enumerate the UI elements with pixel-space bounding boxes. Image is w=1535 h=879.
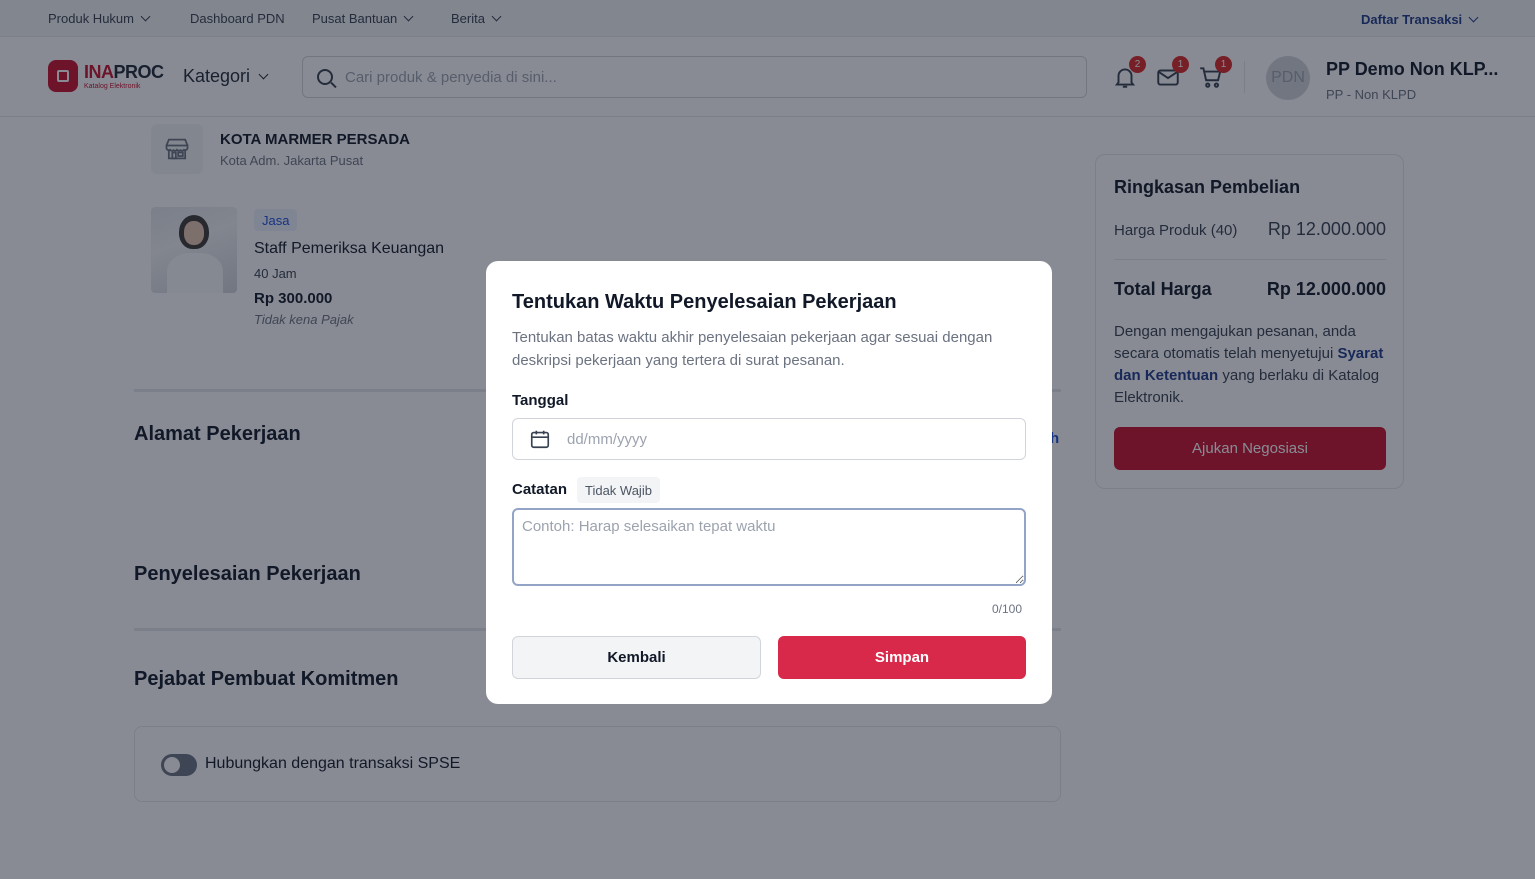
- date-field[interactable]: [512, 418, 1026, 460]
- modal-description: Tentukan batas waktu akhir penyelesaian …: [512, 329, 993, 369]
- calendar-icon[interactable]: [529, 428, 551, 450]
- note-textarea[interactable]: [512, 508, 1026, 586]
- back-button[interactable]: Kembali: [512, 636, 761, 679]
- date-label: Tanggal: [512, 392, 569, 409]
- note-label: Catatan: [512, 481, 568, 498]
- date-input[interactable]: [567, 430, 987, 448]
- optional-badge: Tidak Wajib: [577, 477, 660, 503]
- character-counter: 0/100: [992, 602, 1023, 616]
- save-button[interactable]: Simpan: [778, 636, 1026, 679]
- completion-date-modal: Tentukan Waktu Penyelesaian Pekerjaan Te…: [486, 261, 1052, 704]
- modal-title: Tentukan Waktu Penyelesaian Pekerjaan: [512, 291, 897, 313]
